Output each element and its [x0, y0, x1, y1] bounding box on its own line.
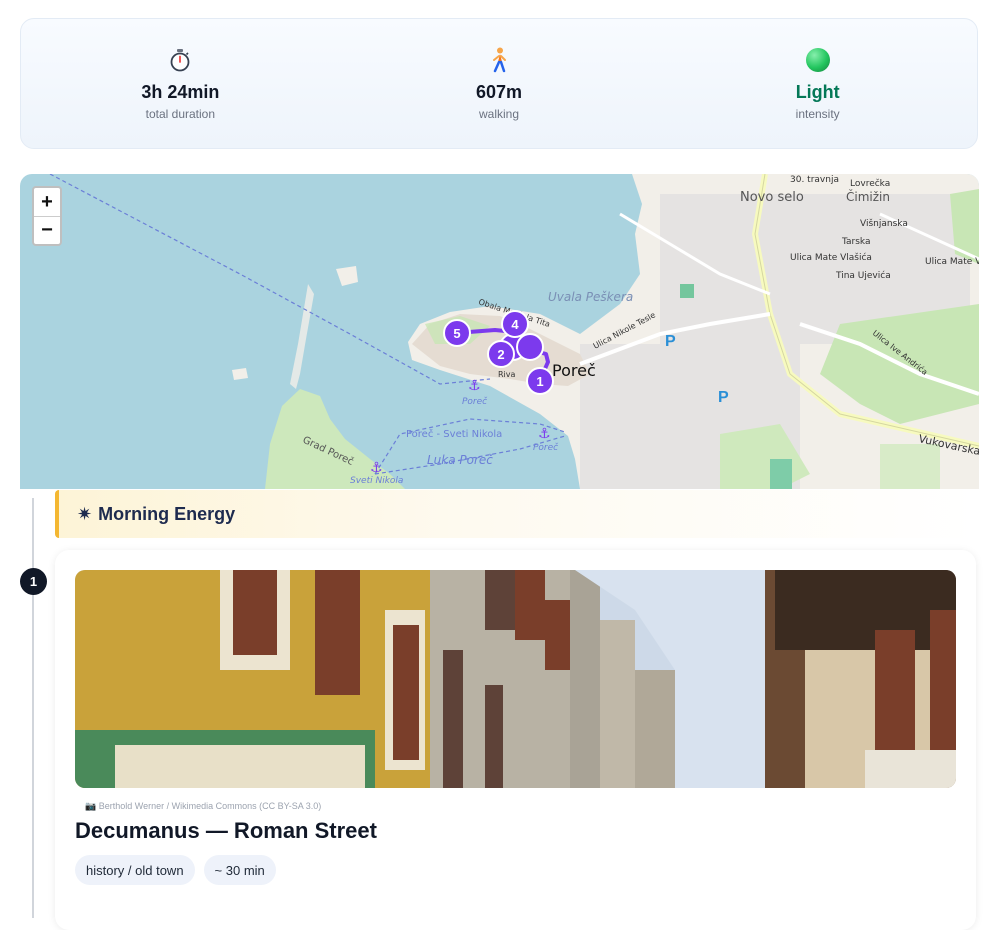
map-label-novo-selo: Novo selo: [740, 190, 804, 205]
duration-value: 3h 24min: [141, 82, 220, 102]
svg-text:1: 1: [536, 374, 543, 389]
stop-tags: history / old town ~ 30 min: [75, 855, 276, 885]
map-label-uvala-peskera: Uvala Peškera: [548, 290, 633, 304]
stop-card[interactable]: 📷 Berthold Werner / Wikimedia Commons (C…: [55, 550, 976, 930]
stopwatch-icon: [169, 47, 191, 73]
intensity-value: Light: [795, 82, 840, 102]
trip-summary-panel: 3h 24min total duration 607m walking Lig…: [20, 18, 978, 149]
map-label-cimizin: Čimižin: [846, 189, 890, 204]
map-canvas[interactable]: ⚓ ⚓ ⚓ P P Novo selo Čimižin Uvala Pešker…: [20, 174, 979, 489]
map-label-porec: Poreč: [552, 361, 596, 380]
anchor-icon: ⚓: [370, 460, 383, 476]
timeline-line: [32, 498, 34, 918]
map-zoom-control: + −: [32, 186, 62, 246]
map-label-mate-vlasica: Ulica Mate Vlašića: [790, 252, 872, 263]
map-label-mate-vla: Ulica Mate Vla: [925, 257, 979, 267]
intensity-label: intensity: [795, 107, 840, 121]
stop-photo: [75, 570, 956, 788]
green-circle-icon: [805, 47, 830, 73]
sparkle-icon: ✷: [77, 503, 93, 524]
map-label-lovrecka: Lovrečka: [850, 178, 890, 189]
duration-label: total duration: [145, 107, 216, 121]
svg-text:4: 4: [511, 317, 519, 332]
tag-category: history / old town: [75, 855, 195, 885]
route-stop-marker[interactable]: 1: [526, 367, 554, 395]
stat-intensity: Light intensity: [658, 19, 977, 148]
map-label-sveti-nikola: Sveti Nikola: [350, 476, 403, 486]
route-stop-marker[interactable]: 5: [443, 319, 471, 347]
stop-number-badge: 1: [20, 568, 47, 595]
walking-person-icon: [489, 47, 509, 73]
walking-label: walking: [478, 107, 520, 121]
tag-duration: ~ 30 min: [203, 855, 276, 885]
map-label-porec-harbor: Poreč: [533, 442, 559, 453]
route-stop-marker[interactable]: 4: [501, 310, 529, 338]
parking-icon: P: [665, 333, 676, 350]
anchor-icon: ⚓: [468, 378, 481, 394]
map-label-tina-ujevica: Tina Ujevića: [835, 270, 891, 281]
route-stop-marker[interactable]: 2: [487, 340, 515, 368]
stat-duration: 3h 24min total duration: [21, 19, 340, 148]
camera-icon: 📷: [85, 801, 97, 811]
anchor-icon: ⚓: [538, 426, 551, 442]
parking-icon: P: [718, 389, 729, 406]
route-map[interactable]: ⚓ ⚓ ⚓ P P Novo selo Čimižin Uvala Pešker…: [20, 174, 979, 489]
map-label-ferry-route: Poreč - Sveti Nikola: [406, 428, 502, 440]
map-label-visnjanska: Višnjanska: [860, 218, 908, 229]
photo-credit-text: Berthold Werner / Wikimedia Commons (CC …: [98, 801, 322, 811]
section-title: Morning Energy: [98, 503, 236, 524]
stat-walking: 607m walking: [340, 19, 659, 148]
photo-credit: 📷 Berthold Werner / Wikimedia Commons (C…: [85, 801, 321, 812]
section-header: ✷ Morning Energy: [55, 490, 976, 538]
map-label-riva: Riva: [498, 370, 516, 379]
map-label-luka-porec: Luka Poreč: [427, 453, 493, 467]
map-label-30-travnja: 30. travnja: [790, 175, 839, 185]
stop-title: Decumanus — Roman Street: [75, 818, 377, 843]
svg-text:2: 2: [497, 347, 504, 362]
map-label-tarska: Tarska: [841, 237, 870, 247]
map-label-porec-harbor: Poreč: [462, 396, 488, 407]
svg-text:5: 5: [453, 326, 460, 341]
zoom-in-button[interactable]: +: [34, 188, 60, 216]
zoom-out-button[interactable]: −: [34, 216, 60, 244]
walking-value: 607m: [475, 82, 523, 102]
